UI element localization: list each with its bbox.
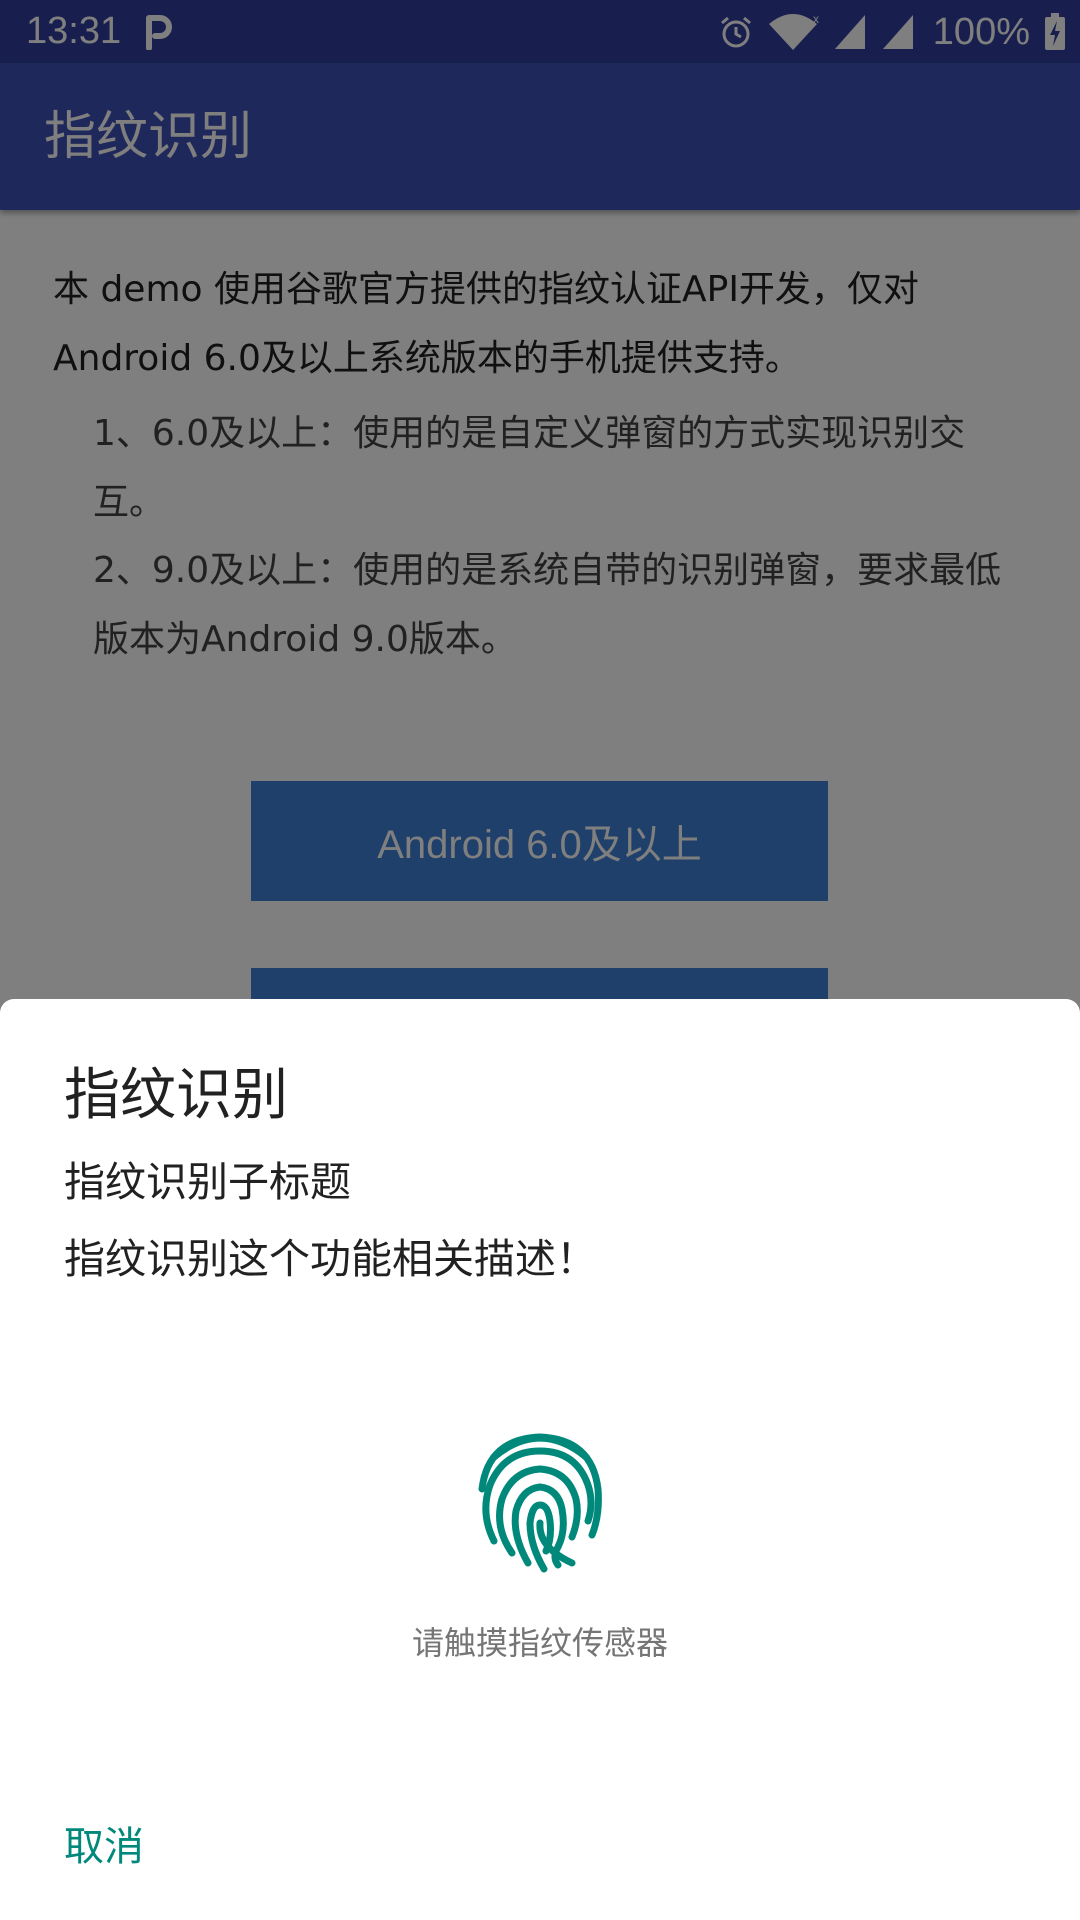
dialog-title: 指纹识别: [64, 1063, 288, 1128]
dialog-hint: 请触摸指纹传感器: [411, 1624, 668, 1662]
dialog-subtitle: 指纹识别子标题: [64, 1158, 351, 1206]
cancel-button[interactable]: 取消: [40, 1811, 168, 1883]
fingerprint-dialog: 指纹识别 指纹识别子标题 指纹识别这个功能相关描述！ 请触摸指纹传感器 取消: [0, 999, 1080, 1920]
fingerprint-icon: [478, 1433, 602, 1573]
dialog-description: 指纹识别这个功能相关描述！: [64, 1235, 597, 1283]
